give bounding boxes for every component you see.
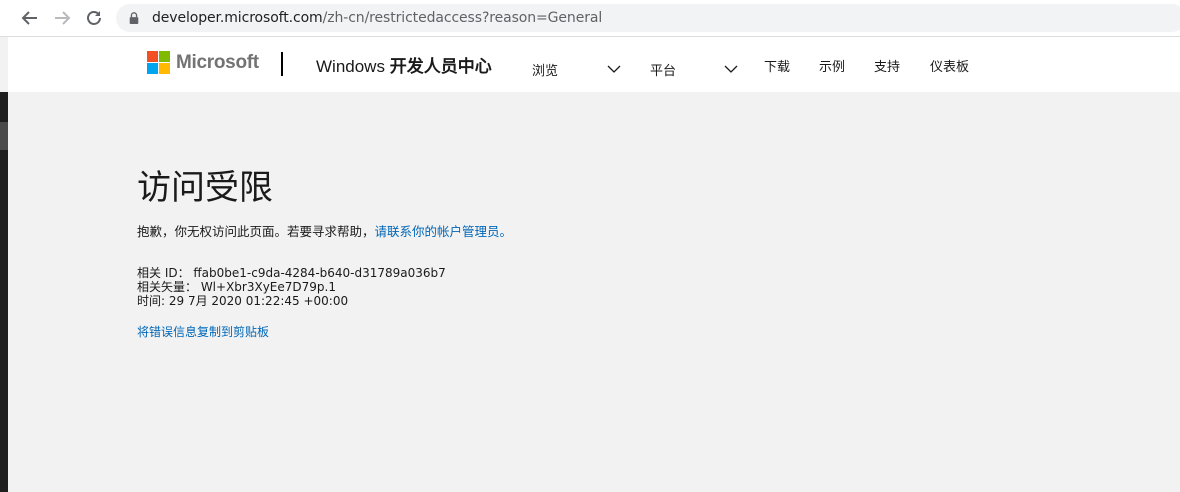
left-edge: [0, 92, 8, 492]
header-divider: [281, 52, 283, 76]
left-edge-mark: [0, 122, 8, 150]
chevron-down-icon[interactable]: [607, 64, 621, 74]
error-details: 相关 ID： ffab0be1-c9da-4284-b640-d31789a03…: [137, 266, 446, 308]
error-time: 时间: 29 7月 2020 01:22:45 +00:00: [137, 294, 349, 308]
url-path: /zh-cn/restrictedaccess?reason=General: [322, 10, 603, 26]
arrow-left-icon: [21, 11, 37, 25]
nav-support[interactable]: 支持: [874, 56, 900, 75]
chevron-down-icon[interactable]: [724, 64, 738, 74]
reload-icon: [87, 11, 101, 25]
correlation-vector: 相关矢量： Wl+Xbr3XyEe7D79p.1: [137, 280, 336, 294]
error-message-text: 抱歉，你无权访问此页面。若要寻求帮助，: [137, 224, 375, 239]
back-button[interactable]: [18, 6, 42, 30]
nav-browse[interactable]: 浏览: [532, 60, 558, 79]
reload-button[interactable]: [82, 6, 106, 30]
url-text[interactable]: developer.microsoft.com/zh-cn/restricted…: [152, 10, 602, 26]
lock-icon[interactable]: [128, 11, 142, 25]
browser-toolbar: developer.microsoft.com/zh-cn/restricted…: [0, 0, 1180, 37]
site-title[interactable]: Windows 开发人员中心: [316, 52, 492, 77]
microsoft-logo[interactable]: Microsoft: [147, 51, 259, 74]
site-title-latin: Windows: [316, 57, 385, 76]
copy-error-link[interactable]: 将错误信息复制到剪贴板: [137, 323, 269, 340]
page-title: 访问受限: [137, 168, 273, 208]
brand-name: Microsoft: [176, 51, 259, 73]
site-header: Microsoft Windows 开发人员中心 浏览 平台 下载 示例 支持 …: [8, 37, 1180, 92]
nav-platform[interactable]: 平台: [650, 60, 676, 79]
site-title-cjk: 开发人员中心: [389, 57, 492, 76]
nav-downloads[interactable]: 下载: [764, 56, 790, 75]
forward-button[interactable]: [50, 6, 74, 30]
correlation-id: 相关 ID： ffab0be1-c9da-4284-b640-d31789a03…: [137, 266, 446, 280]
microsoft-squares-icon: [147, 51, 170, 74]
nav-samples[interactable]: 示例: [819, 56, 845, 75]
contact-admin-link[interactable]: 请联系你的帐户管理员。: [375, 224, 513, 239]
arrow-right-icon: [55, 11, 71, 25]
error-message: 抱歉，你无权访问此页面。若要寻求帮助，请联系你的帐户管理员。: [137, 221, 512, 240]
address-bar[interactable]: developer.microsoft.com/zh-cn/restricted…: [116, 4, 1180, 32]
url-host: developer.microsoft.com: [152, 10, 323, 26]
nav-dashboard[interactable]: 仪表板: [930, 56, 969, 75]
